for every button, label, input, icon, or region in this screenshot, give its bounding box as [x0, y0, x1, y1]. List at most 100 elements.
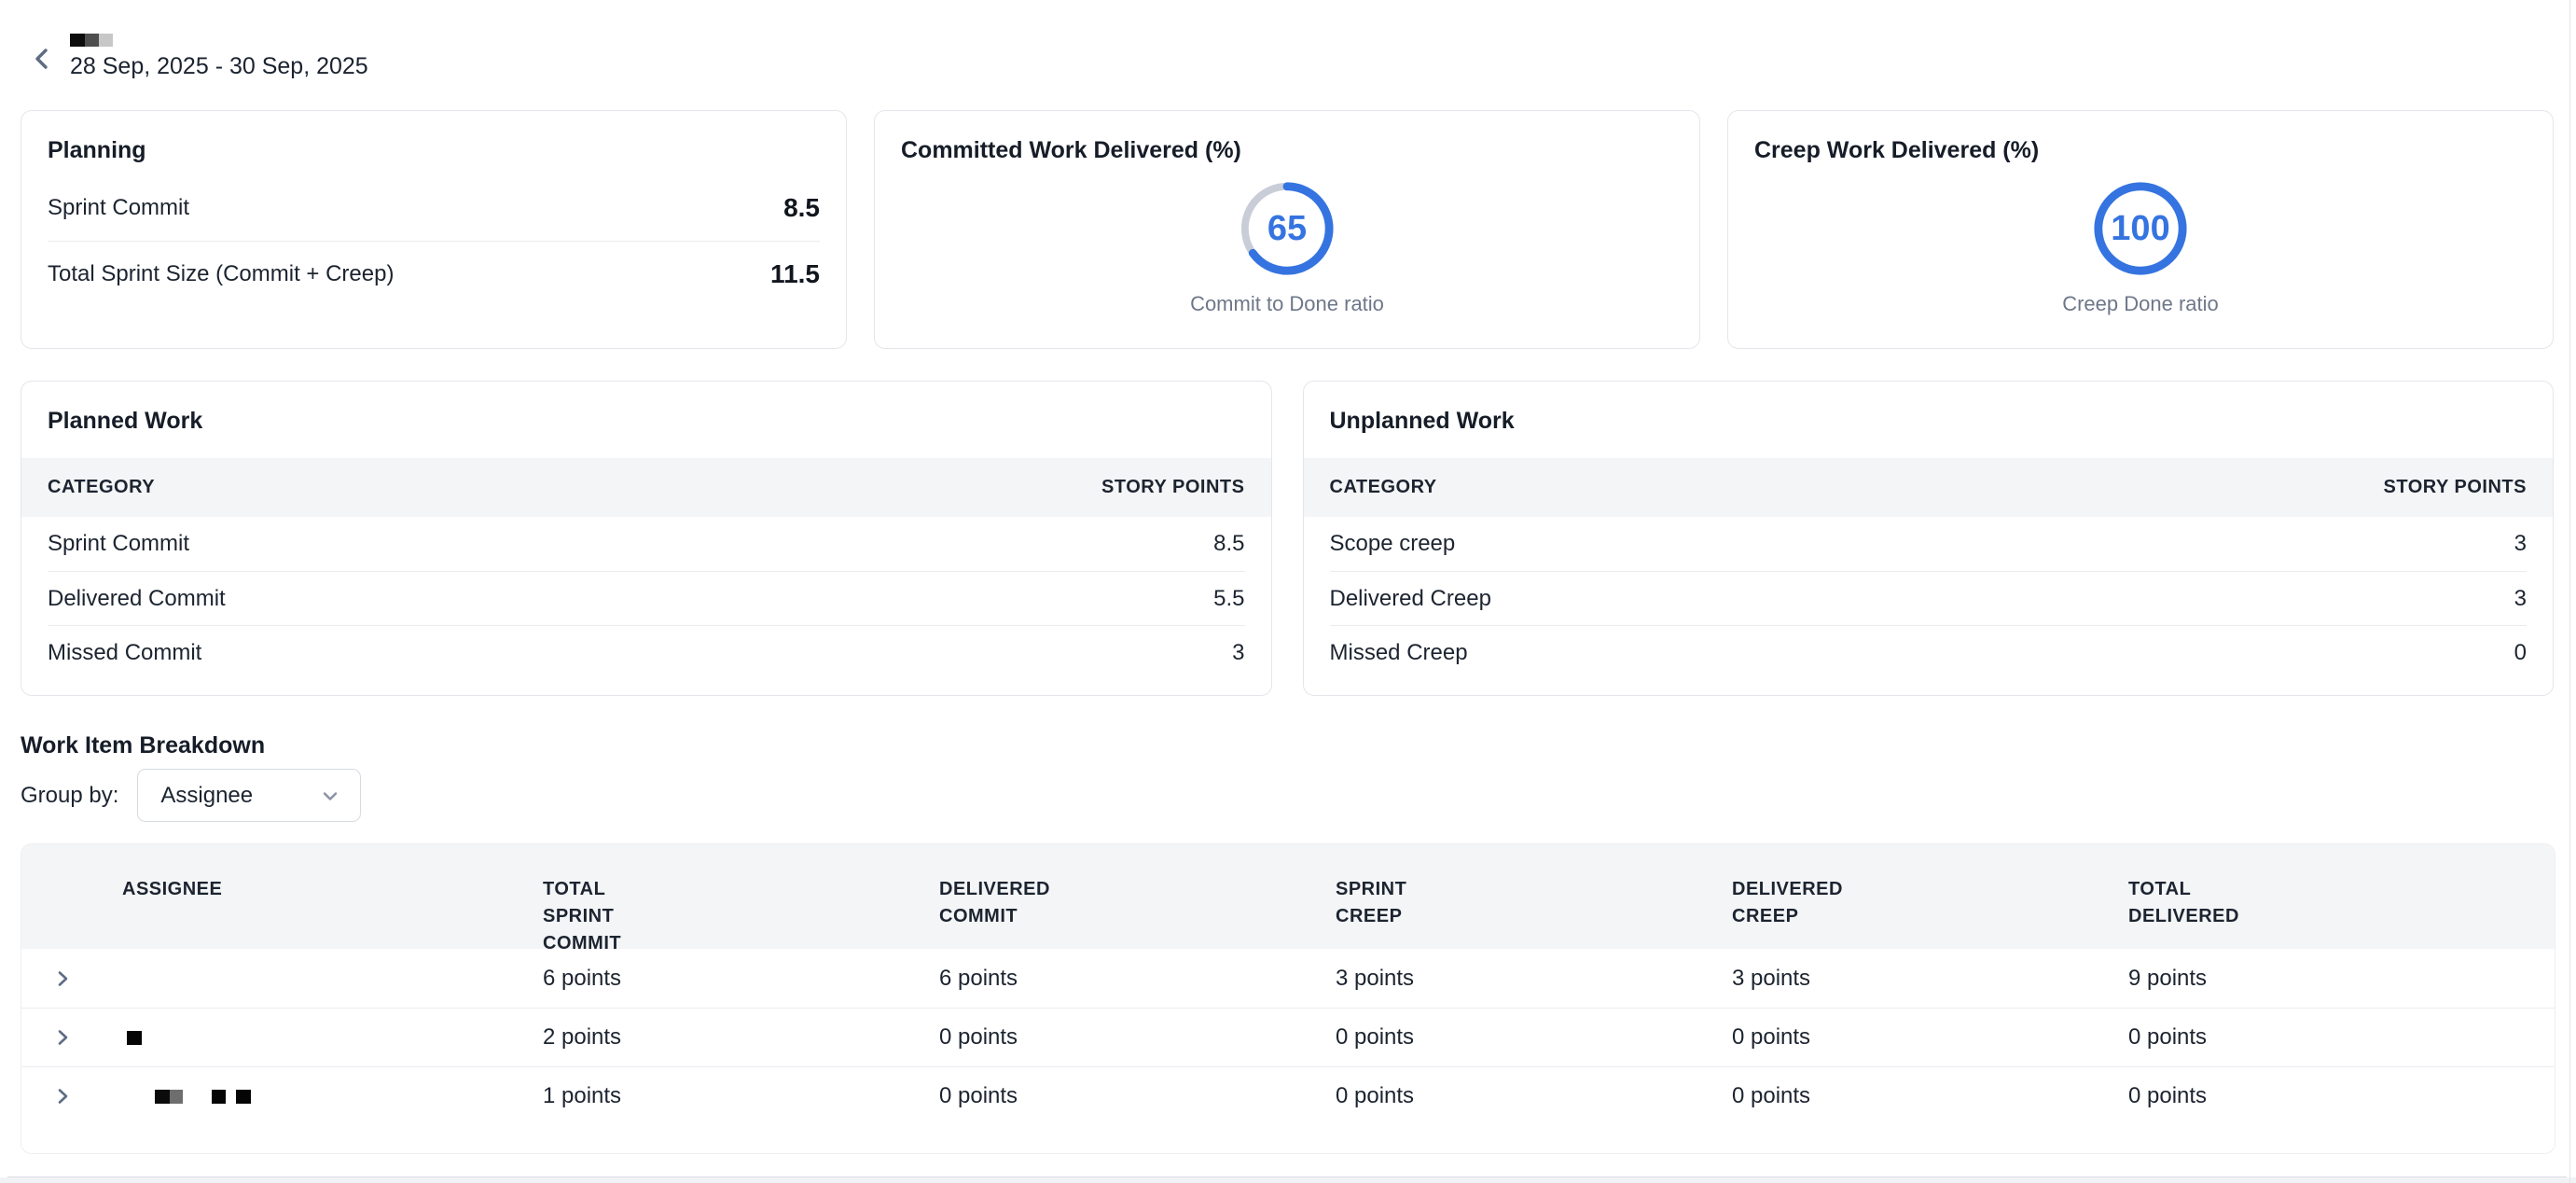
committed-gauge: 65 [1237, 178, 1337, 279]
committed-gauge-caption: Commit to Done ratio [1190, 292, 1384, 316]
category-cell: Missed Commit [48, 640, 201, 666]
redaction-block [85, 34, 99, 47]
total-delivered-cell: 9 points [2128, 966, 2555, 992]
planned-work-table-header: CATEGORY STORY POINTS [21, 458, 1271, 517]
table-row: Sprint Commit 8.5 [48, 517, 1245, 571]
points-cell: 8.5 [1213, 531, 1244, 557]
redaction-block [236, 1090, 251, 1104]
delivered-creep-cell: 0 points [1732, 1083, 2128, 1109]
delivered-creep-cell: 0 points [1732, 1024, 2128, 1051]
unplanned-work-title: Unplanned Work [1304, 407, 2554, 436]
category-cell: Delivered Commit [48, 586, 226, 612]
delivered-commit-cell: 0 points [939, 1024, 1336, 1051]
points-cell: 5.5 [1213, 586, 1244, 612]
planning-row-total-sprint-size: Total Sprint Size (Commit + Creep) 11.5 [48, 241, 820, 307]
group-by-select[interactable]: Assignee [137, 769, 361, 822]
creep-card-title: Creep Work Delivered (%) [1754, 136, 2527, 165]
redaction-block [212, 1090, 226, 1104]
sprint-creep-cell: 0 points [1336, 1083, 1732, 1109]
work-item-breakdown-table: ASSIGNEE TOTAL SPRINT COMMIT DELIVERED C… [21, 843, 2555, 1154]
column-assignee: ASSIGNEE [122, 876, 248, 903]
total-sprint-commit-cell: 1 points [543, 1083, 939, 1109]
planned-work-card: Planned Work CATEGORY STORY POINTS Sprin… [21, 381, 1272, 696]
redaction-block [70, 34, 85, 47]
planned-work-title: Planned Work [21, 407, 1271, 436]
chevron-down-icon [319, 785, 341, 807]
column-total-sprint-commit: TOTAL SPRINT COMMIT [543, 876, 669, 957]
unplanned-work-table-header: CATEGORY STORY POINTS [1304, 458, 2554, 517]
column-delivered-creep: DELIVERED CREEP [1732, 876, 1858, 930]
category-cell: Scope creep [1330, 531, 1456, 557]
creep-work-card: Creep Work Delivered (%) 100 Creep Done … [1727, 110, 2554, 349]
back-button[interactable] [26, 43, 58, 75]
column-category: CATEGORY [48, 477, 155, 498]
points-cell: 3 [1232, 640, 1244, 666]
group-by-label: Group by: [21, 783, 118, 809]
chevron-right-icon [52, 1086, 73, 1106]
planning-row-value: 8.5 [783, 193, 820, 223]
column-story-points: STORY POINTS [1101, 477, 1244, 498]
sprint-date-range: 28 Sep, 2025 - 30 Sep, 2025 [70, 53, 2576, 79]
chevron-left-icon [32, 45, 52, 73]
scrollbar[interactable] [2569, 0, 2570, 1183]
column-sprint-creep: SPRINT CREEP [1336, 876, 1461, 930]
total-delivered-cell: 0 points [2128, 1024, 2555, 1051]
creep-gauge: 100 [2090, 178, 2191, 279]
group-by-row: Group by: Assignee [21, 769, 2576, 822]
table-row: Missed Commit 3 [48, 625, 1245, 679]
category-cell: Missed Creep [1330, 640, 1468, 666]
category-cell: Sprint Commit [48, 531, 189, 557]
table-row: Missed Creep 0 [1330, 625, 2528, 679]
chevron-right-icon [52, 1027, 73, 1048]
sprint-title-redacted [70, 34, 2576, 47]
chevron-right-icon [52, 968, 73, 989]
sprint-creep-cell: 0 points [1336, 1024, 1732, 1051]
page-background-strip [0, 1177, 2576, 1183]
page-header: 28 Sep, 2025 - 30 Sep, 2025 [0, 0, 2576, 90]
total-sprint-commit-cell: 6 points [543, 966, 939, 992]
breakdown-table-footer [21, 1125, 2555, 1153]
column-story-points: STORY POINTS [2384, 477, 2527, 498]
points-cell: 0 [2514, 640, 2527, 666]
breakdown-row[interactable]: 1 points 0 points 0 points 0 points 0 po… [21, 1066, 2555, 1125]
table-row: Scope creep 3 [1330, 517, 2528, 571]
creep-gauge-value: 100 [2090, 178, 2191, 279]
assignee-cell [122, 949, 543, 1008]
delivered-creep-cell: 3 points [1732, 966, 2128, 992]
expand-row-button[interactable] [50, 967, 75, 991]
committed-card-title: Committed Work Delivered (%) [901, 136, 1673, 165]
delivered-commit-cell: 6 points [939, 966, 1336, 992]
column-total-delivered: TOTAL DELIVERED [2128, 876, 2254, 930]
total-sprint-commit-cell: 2 points [543, 1024, 939, 1051]
planning-card-title: Planning [48, 136, 820, 165]
delivered-commit-cell: 0 points [939, 1083, 1336, 1109]
planning-row-label: Total Sprint Size (Commit + Creep) [48, 261, 394, 287]
points-cell: 3 [2514, 531, 2527, 557]
assignee-cell-redacted [122, 1067, 543, 1125]
breakdown-table-header: ASSIGNEE TOTAL SPRINT COMMIT DELIVERED C… [21, 844, 2555, 949]
table-row: Delivered Creep 3 [1330, 571, 2528, 625]
redaction-block [99, 34, 113, 47]
planning-row-label: Sprint Commit [48, 195, 189, 221]
column-category: CATEGORY [1330, 477, 1437, 498]
expand-row-button[interactable] [50, 1084, 75, 1108]
group-by-selected-value: Assignee [160, 783, 253, 809]
category-cell: Delivered Creep [1330, 586, 1491, 612]
planning-row-sprint-commit: Sprint Commit 8.5 [48, 174, 820, 241]
expand-row-button[interactable] [50, 1025, 75, 1050]
sprint-creep-cell: 3 points [1336, 966, 1732, 992]
points-cell: 3 [2514, 586, 2527, 612]
column-delivered-commit: DELIVERED COMMIT [939, 876, 1065, 930]
planning-row-value: 11.5 [770, 259, 820, 289]
committed-work-card: Committed Work Delivered (%) 65 Commit t… [874, 110, 1700, 349]
breakdown-row[interactable]: 2 points 0 points 0 points 0 points 0 po… [21, 1008, 2555, 1066]
planning-card: Planning Sprint Commit 8.5 Total Sprint … [21, 110, 847, 349]
redaction-block [170, 1090, 183, 1104]
creep-gauge-caption: Creep Done ratio [2062, 292, 2219, 316]
redaction-block [127, 1031, 142, 1045]
assignee-cell-redacted [122, 1009, 543, 1066]
work-tables-row: Planned Work CATEGORY STORY POINTS Sprin… [21, 381, 2554, 696]
breakdown-row[interactable]: 6 points 6 points 3 points 3 points 9 po… [21, 949, 2555, 1008]
summary-cards-row: Planning Sprint Commit 8.5 Total Sprint … [21, 110, 2554, 349]
table-row: Delivered Commit 5.5 [48, 571, 1245, 625]
